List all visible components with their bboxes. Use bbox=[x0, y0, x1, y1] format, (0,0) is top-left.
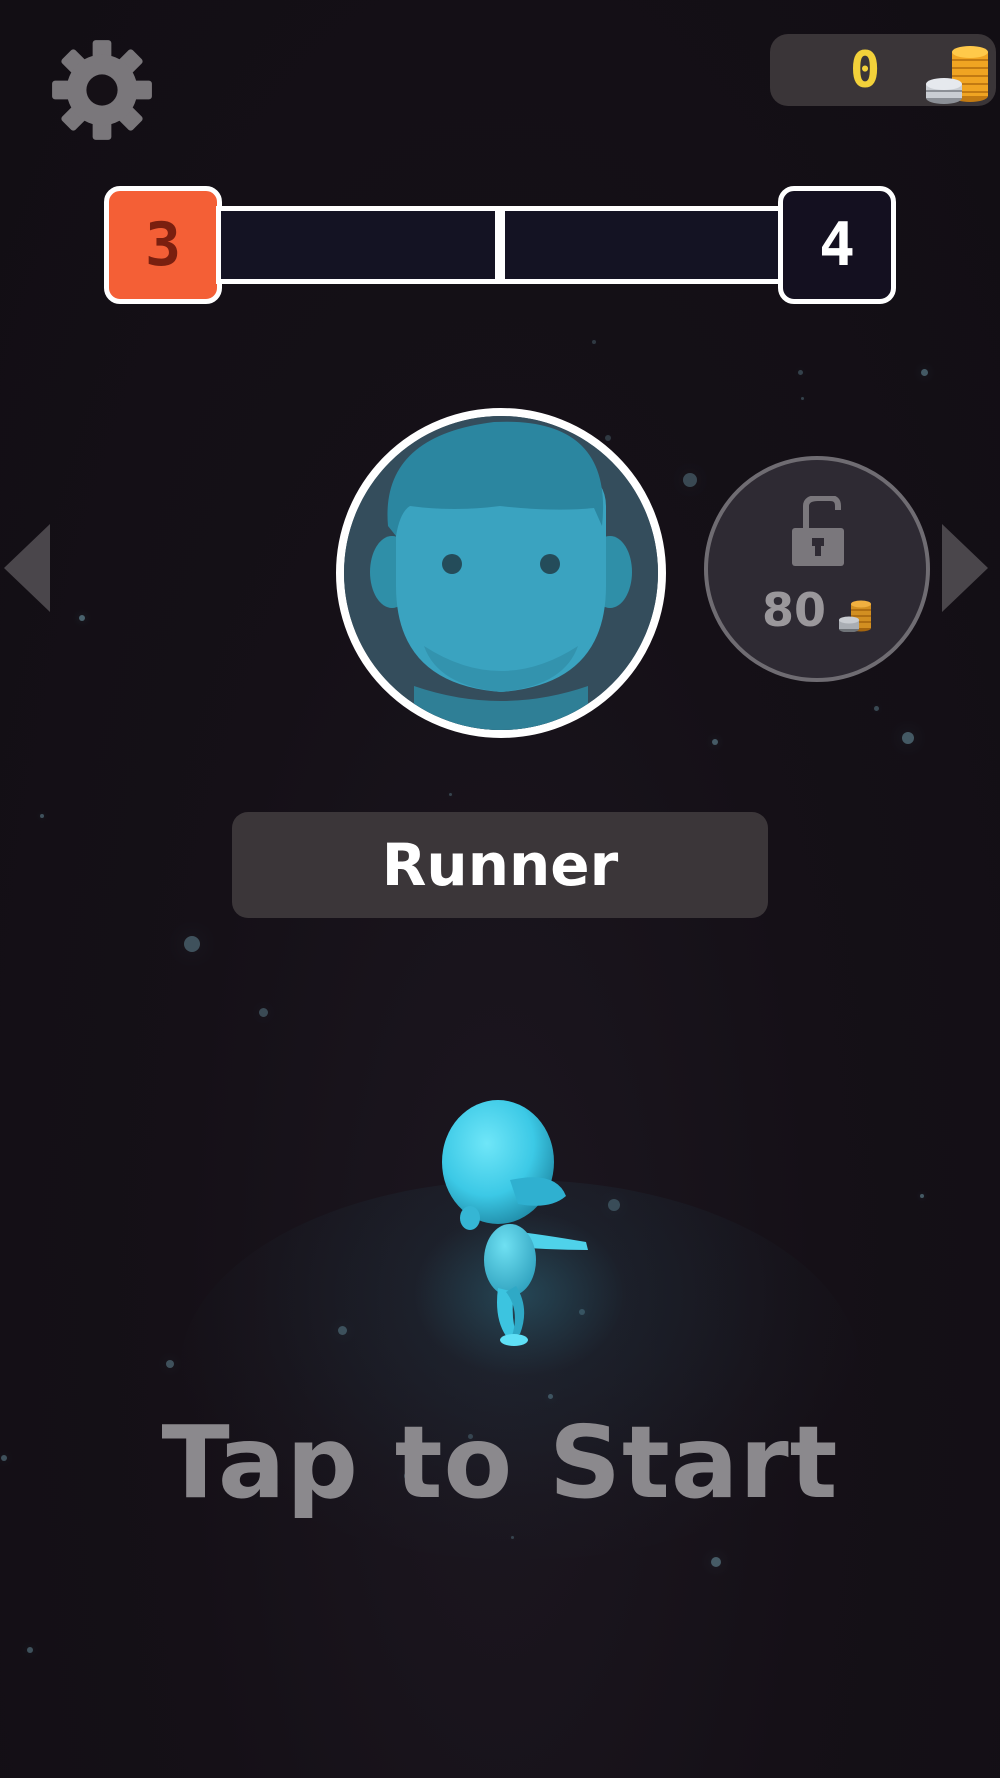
next-character-button[interactable] bbox=[940, 522, 990, 614]
tap-to-start-prompt[interactable]: Tap to Start bbox=[0, 1408, 1000, 1518]
star-particle bbox=[902, 732, 914, 744]
star-particle bbox=[605, 435, 611, 441]
coin-count: 0 bbox=[849, 41, 881, 99]
star-particle bbox=[27, 1647, 33, 1653]
star-particle bbox=[797, 369, 803, 375]
coin-stack-icon bbox=[926, 46, 988, 104]
star-particle bbox=[258, 1007, 268, 1017]
unlock-price: 80 bbox=[762, 583, 827, 637]
star-particle bbox=[800, 396, 804, 400]
star-particle bbox=[873, 705, 879, 711]
star-particle bbox=[40, 814, 44, 818]
star-particle bbox=[683, 473, 697, 487]
face-icon bbox=[344, 416, 658, 730]
current-level-badge: 3 bbox=[104, 186, 222, 304]
game-screen[interactable]: 0 3 4 80 Runner Tap to Start bbox=[0, 0, 1000, 1778]
triangle-left-icon bbox=[4, 524, 50, 612]
star-particle bbox=[712, 739, 718, 745]
character-name-panel: Runner bbox=[232, 812, 768, 918]
level-progress-track bbox=[216, 206, 784, 284]
star-particle bbox=[711, 1557, 721, 1567]
star-particle bbox=[920, 368, 928, 376]
gear-icon bbox=[52, 40, 152, 140]
star-particle bbox=[166, 1360, 174, 1368]
padlock-icon bbox=[792, 496, 844, 566]
star-particle bbox=[184, 936, 200, 952]
star-particle bbox=[448, 792, 452, 796]
next-level-badge: 4 bbox=[778, 186, 896, 304]
selected-character-portrait[interactable] bbox=[336, 408, 666, 738]
progress-segment-divider bbox=[495, 211, 505, 279]
character-name: Runner bbox=[381, 831, 619, 899]
locked-character-portrait[interactable]: 80 bbox=[704, 456, 930, 682]
previous-character-button[interactable] bbox=[2, 522, 52, 614]
settings-button[interactable] bbox=[50, 38, 154, 142]
level-progress: 3 4 bbox=[104, 186, 896, 308]
player-character[interactable] bbox=[440, 1100, 600, 1350]
coin-counter: 0 bbox=[770, 34, 996, 106]
star-particle bbox=[592, 340, 596, 344]
star-particle bbox=[920, 1194, 924, 1198]
star-particle bbox=[79, 615, 85, 621]
triangle-right-icon bbox=[942, 524, 988, 612]
coin-stack-icon bbox=[839, 600, 871, 632]
